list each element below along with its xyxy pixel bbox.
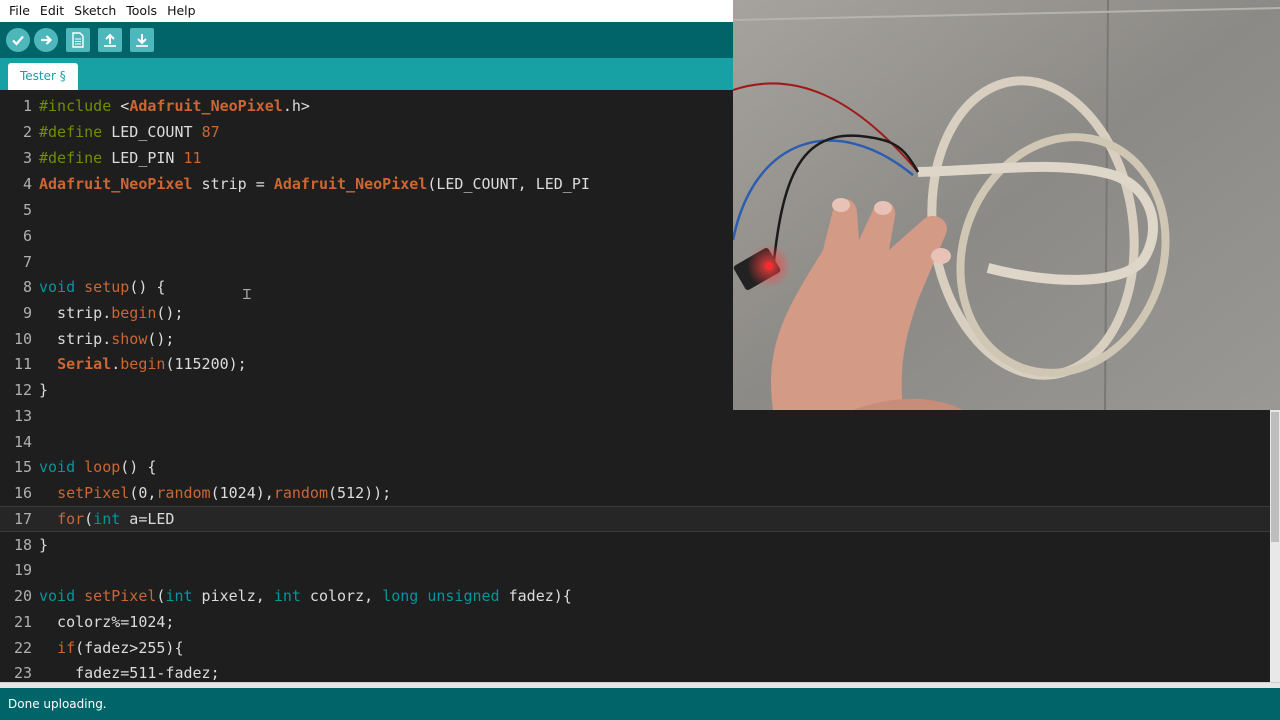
line-number: 12 xyxy=(13,381,32,399)
code-line-current: 17 for(int a=LED xyxy=(0,506,1270,532)
line-number: 8 xyxy=(22,278,32,296)
code-line: 16 setPixel(0,random(1024),random(512)); xyxy=(0,480,1270,506)
code-text: #define LED_PIN 11 xyxy=(39,149,202,167)
code-text: } xyxy=(39,536,49,554)
line-number: 10 xyxy=(13,330,32,348)
save-arrow-down-icon xyxy=(136,34,148,47)
line-number: 14 xyxy=(13,433,32,451)
webcam-video-overlay xyxy=(733,0,1280,410)
code-text: Serial.begin(115200); xyxy=(57,355,247,373)
menu-tools[interactable]: Tools xyxy=(121,0,162,22)
menu-help[interactable]: Help xyxy=(162,0,201,22)
status-bar: Done uploading. xyxy=(0,688,1280,720)
arduino-ide-window: File Edit Sketch Tools Help Tester § 1 #… xyxy=(0,0,1280,720)
line-number: 13 xyxy=(13,407,32,425)
line-number: 3 xyxy=(22,149,32,167)
line-number: 2 xyxy=(22,123,32,141)
line-number: 11 xyxy=(13,355,32,373)
status-message: Done uploading. xyxy=(8,697,107,711)
code-text: void setup() { xyxy=(39,278,166,296)
line-number: 9 xyxy=(22,304,32,322)
code-text: strip.show(); xyxy=(39,330,175,348)
code-text: void setPixel(int pixelz, int colorz, lo… xyxy=(39,587,572,605)
new-file-icon xyxy=(72,32,84,48)
code-line: 20 void setPixel(int pixelz, int colorz,… xyxy=(0,583,1270,609)
line-number: 1 xyxy=(22,97,32,115)
line-number: 17 xyxy=(13,510,32,528)
checkmark-icon xyxy=(12,35,24,46)
code-line: 14 xyxy=(0,429,1270,455)
line-number: 5 xyxy=(22,201,32,219)
menu-sketch[interactable]: Sketch xyxy=(69,0,121,22)
open-sketch-button[interactable] xyxy=(98,28,122,52)
line-number: 6 xyxy=(22,227,32,245)
code-line: 19 xyxy=(0,557,1270,583)
line-number: 4 xyxy=(22,175,32,193)
code-line: 15 void loop() { xyxy=(0,454,1270,480)
code-text: strip.begin(); xyxy=(39,304,184,322)
line-number: 23 xyxy=(13,664,32,682)
code-text: for(int a=LED xyxy=(57,510,175,528)
line-number: 20 xyxy=(13,587,32,605)
scrollbar-thumb[interactable] xyxy=(1271,412,1279,542)
text-cursor-icon: Ɪ xyxy=(243,287,251,303)
code-text: #define LED_COUNT 87 xyxy=(39,123,220,141)
code-line: 18 } xyxy=(0,532,1270,558)
line-number: 18 xyxy=(13,536,32,554)
menu-edit[interactable]: Edit xyxy=(35,0,69,22)
code-line: 22 if(fadez>255){ xyxy=(0,635,1270,661)
upload-button[interactable] xyxy=(34,28,58,52)
save-sketch-button[interactable] xyxy=(130,28,154,52)
menu-file[interactable]: File xyxy=(4,0,35,22)
vertical-scrollbar[interactable] xyxy=(1270,410,1280,684)
led-strip-photo xyxy=(733,0,1280,410)
code-text: void loop() { xyxy=(39,458,157,476)
line-number: 19 xyxy=(13,561,32,579)
code-text: colorz%=1024; xyxy=(39,613,175,631)
code-line: 23 fadez=511-fadez; xyxy=(0,660,1270,684)
open-arrow-up-icon xyxy=(104,33,116,47)
code-text: fadez=511-fadez; xyxy=(39,664,220,682)
verify-button[interactable] xyxy=(6,28,30,52)
new-sketch-button[interactable] xyxy=(66,28,90,52)
line-number: 15 xyxy=(13,458,32,476)
code-text: setPixel(0,random(1024),random(512)); xyxy=(57,484,392,502)
code-text: if(fadez>255){ xyxy=(57,639,184,657)
code-text: Adafruit_NeoPixel strip = Adafruit_NeoPi… xyxy=(39,175,590,193)
line-number: 7 xyxy=(22,253,32,271)
line-number: 16 xyxy=(13,484,32,502)
code-text: } xyxy=(39,381,49,399)
code-line: 21 colorz%=1024; xyxy=(0,609,1270,635)
line-number: 21 xyxy=(13,613,32,631)
tab-tester[interactable]: Tester § xyxy=(8,63,78,90)
code-text: #include <Adafruit_NeoPixel.h> xyxy=(39,97,310,115)
line-number: 22 xyxy=(13,639,32,657)
arrow-right-icon xyxy=(41,35,53,45)
